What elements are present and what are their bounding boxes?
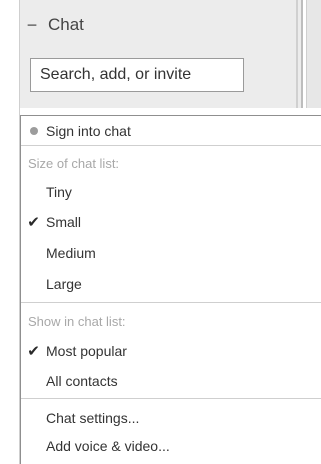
section-label: Show in chat list: xyxy=(28,313,126,329)
menu-item-sign-in[interactable]: Sign into chat xyxy=(21,119,321,143)
menu-item-label: Small xyxy=(46,214,82,230)
menu-item-label: Medium xyxy=(46,245,96,261)
menu-item-show-all-contacts[interactable]: All contacts xyxy=(21,369,321,393)
chat-header-toggle[interactable]: − Chat xyxy=(26,10,286,40)
section-label: Size of chat list: xyxy=(28,155,120,171)
status-icon-wrap xyxy=(21,127,46,135)
menu-divider xyxy=(21,398,321,399)
chat-title: Chat xyxy=(48,15,84,34)
chat-options-menu: Sign into chat Size of chat list: Tiny ✔… xyxy=(20,115,321,464)
menu-item-label: Chat settings... xyxy=(46,410,140,426)
menu-item-size-small[interactable]: ✔ Small xyxy=(21,210,321,234)
check-icon: ✔ xyxy=(27,343,40,360)
menu-item-label: Sign into chat xyxy=(46,123,131,139)
check-icon-wrap: ✔ xyxy=(21,213,46,231)
menu-item-label: All contacts xyxy=(46,373,118,389)
menu-item-label: Add voice & video... xyxy=(46,438,170,454)
search-box[interactable] xyxy=(30,58,244,92)
menu-item-show-most-popular[interactable]: ✔ Most popular xyxy=(21,339,321,363)
check-icon: ✔ xyxy=(27,214,40,231)
menu-item-label: Tiny xyxy=(46,184,72,200)
scrollbar[interactable] xyxy=(306,0,321,108)
menu-item-label: Large xyxy=(46,276,82,292)
menu-divider xyxy=(21,145,321,146)
section-show-header: Show in chat list: xyxy=(21,309,321,333)
panel-edge xyxy=(296,0,298,108)
menu-item-add-voice-video[interactable]: Add voice & video... xyxy=(21,434,321,458)
menu-item-label: Most popular xyxy=(46,343,127,359)
menu-item-chat-settings[interactable]: Chat settings... xyxy=(21,406,321,430)
menu-item-size-tiny[interactable]: Tiny xyxy=(21,180,321,204)
menu-item-size-medium[interactable]: Medium xyxy=(21,241,321,265)
panel-edge xyxy=(301,0,303,108)
menu-item-size-large[interactable]: Large xyxy=(21,272,321,296)
search-input[interactable] xyxy=(38,65,243,85)
menu-divider xyxy=(21,302,321,303)
status-dot-icon xyxy=(29,127,38,135)
collapse-icon[interactable]: − xyxy=(26,15,38,36)
check-icon-wrap: ✔ xyxy=(21,342,46,360)
section-size-header: Size of chat list: xyxy=(21,151,321,175)
